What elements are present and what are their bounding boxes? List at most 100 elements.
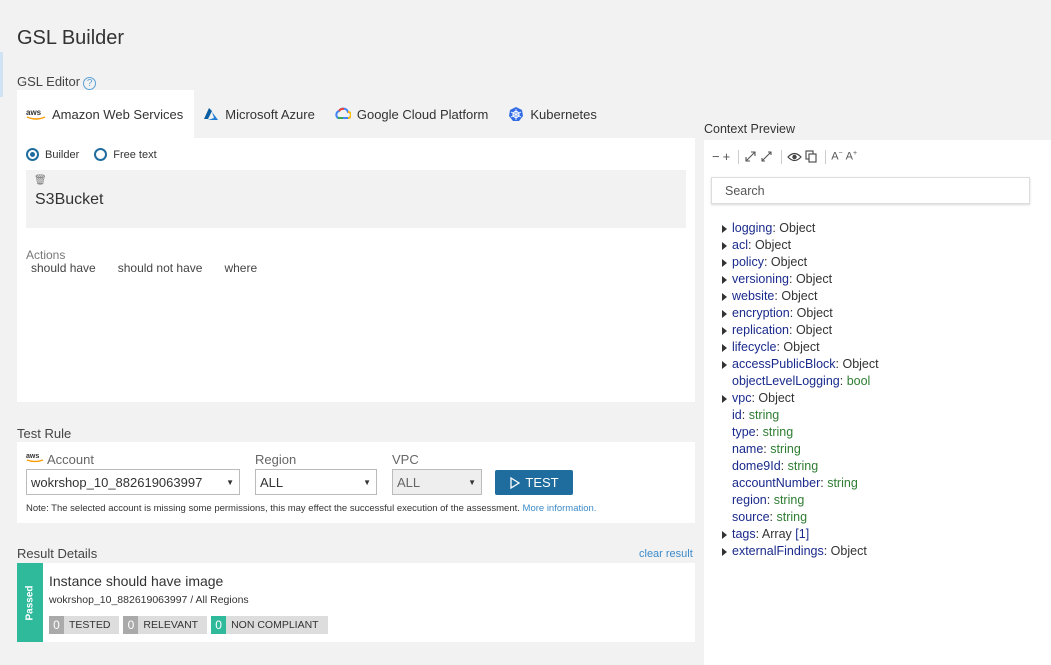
tab-gcp-label: Google Cloud Platform [356,106,489,122]
result-subtitle: wokrshop_10_882619063997 / All Regions [49,594,249,606]
tab-azure[interactable]: Microsoft Azure [194,90,326,138]
gsl-editor-label-text: GSL Editor [17,74,81,89]
tree-value: Object [770,255,808,269]
chevron-down-icon: ▼ [226,478,234,487]
actions-list: should have should not have where [31,261,279,275]
tree-key: tags [732,527,756,541]
chevron-down-icon: ▼ [363,478,371,487]
trash-icon[interactable]: 🗑 [34,175,47,186]
stat-tested-count: 0 [49,616,64,634]
action-should-not-have[interactable]: should not have [118,261,203,275]
tree-value: string [776,510,808,524]
tree-row-lifecycle[interactable]: lifecycle: Object [722,339,879,356]
tab-gcp[interactable]: Google Cloud Platform [326,90,500,138]
help-icon[interactable]: ? [83,77,97,90]
gsl-expression-text: S3Bucket [35,191,104,208]
tree-row-type: type: string [722,424,879,441]
builder-radio-label: Builder [45,148,80,161]
chevron-down-icon: ▼ [468,478,476,487]
tree-key: source [732,510,770,524]
aws-small-icon: aws [26,453,44,463]
caret-right-icon[interactable] [722,310,727,318]
status-badge-label: Passed [24,584,36,621]
tree-row-logging[interactable]: logging: Object [722,220,879,237]
test-button[interactable]: TEST [495,470,573,495]
tree-key: type [732,425,756,439]
tree-row-policy[interactable]: policy: Object [722,254,879,271]
tree-row-externalFindings[interactable]: externalFindings: Object [722,543,879,560]
tree-colon: : [763,255,771,269]
permissions-note-text: Note: The selected account is missing so… [26,503,520,514]
expand-icon[interactable] [760,150,773,163]
tree-row-accessPublicBlock[interactable]: accessPublicBlock: Object [722,356,879,373]
context-preview-label: Context Preview [704,122,796,136]
tab-azure-label: Microsoft Azure [225,106,315,122]
tree-key: id [732,408,742,422]
eye-icon[interactable] [787,151,803,163]
tab-kubernetes[interactable]: Kubernetes [499,90,608,138]
account-select-value: wokrshop_10_882619063997 [31,475,203,490]
test-rule-label: Test Rule [17,426,72,441]
toolbar-divider [781,149,783,164]
font-decrease-icon[interactable]: A− [831,150,842,163]
context-search-placeholder: Search [725,184,765,198]
caret-right-icon[interactable] [722,548,727,556]
vpc-select[interactable]: ALL ▼ [392,469,482,495]
tree-row-replication[interactable]: replication: Object [722,322,879,339]
caret-right-icon[interactable] [722,293,727,301]
azure-icon [204,108,219,120]
shrink-icon[interactable] [744,150,757,163]
tree-key: acl [732,238,748,252]
caret-right-icon[interactable] [722,225,727,233]
tree-row-acl[interactable]: acl: Object [722,237,879,254]
region-select-value: ALL [260,475,284,490]
tree-value: Object [783,340,820,354]
copy-icon[interactable] [805,150,817,163]
tree-value: string [827,476,858,490]
collapse-all-icon[interactable]: − [712,149,720,164]
tree-row-tags[interactable]: tags: Array [1] [722,526,879,543]
action-where[interactable]: where [224,261,257,275]
tree-value: Object [781,289,818,303]
gsl-editor-panel: Builder Free text 🗑 S3Bucket Actions sho… [17,138,695,402]
font-increase-icon[interactable]: A+ [846,150,857,163]
tree-row-name: name: string [722,441,879,458]
expand-all-icon[interactable]: + [723,149,731,164]
tab-aws[interactable]: aws Amazon Web Services [17,90,195,138]
result-title: Instance should have image [49,573,224,589]
caret-right-icon[interactable] [722,259,727,267]
caret-right-icon[interactable] [722,361,727,369]
action-should-have[interactable]: should have [31,261,96,275]
caret-right-icon[interactable] [722,242,727,250]
account-select[interactable]: wokrshop_10_882619063997 ▼ [26,469,240,495]
tree-value: Object [795,272,833,286]
tree-row-vpc[interactable]: vpc: Object [722,390,879,407]
tab-kubernetes-label: Kubernetes [530,106,597,122]
tree-key: replication [732,323,789,337]
tree-row-versioning[interactable]: versioning: Object [722,271,879,288]
clear-result-link[interactable]: clear result [639,548,693,560]
caret-right-icon[interactable] [722,344,727,352]
context-toolbar: − + A− A+ [712,149,860,164]
stat-non-compliant: 0 NON COMPLIANT [211,616,328,634]
gsl-editor-label: GSL Editor? [17,74,97,90]
caret-right-icon[interactable] [722,276,727,284]
tree-colon: : [839,374,847,388]
caret-right-icon[interactable] [722,327,727,335]
gsl-expression-box[interactable]: 🗑 S3Bucket [26,170,686,228]
stat-non-compliant-label: NON COMPLIANT [231,619,319,631]
free-text-radio[interactable]: Free text [94,148,157,161]
caret-right-icon[interactable] [722,531,727,539]
tree-value: Object [842,357,879,371]
tree-row-encryption[interactable]: encryption: Object [722,305,879,322]
region-select[interactable]: ALL ▼ [255,469,377,495]
tree-row-website[interactable]: website: Object [722,288,879,305]
tree-row-source: source: string [722,509,879,526]
tree-value: string [773,493,805,507]
caret-right-icon[interactable] [722,395,727,403]
tree-row-accountNumber: accountNumber: string [722,475,879,492]
builder-radio[interactable]: Builder [26,148,79,161]
more-information-link[interactable]: More information. [523,503,597,514]
cloud-tabs: aws Amazon Web Services Microsoft Azure … [17,90,608,138]
context-search-input[interactable]: Search [711,177,1030,204]
